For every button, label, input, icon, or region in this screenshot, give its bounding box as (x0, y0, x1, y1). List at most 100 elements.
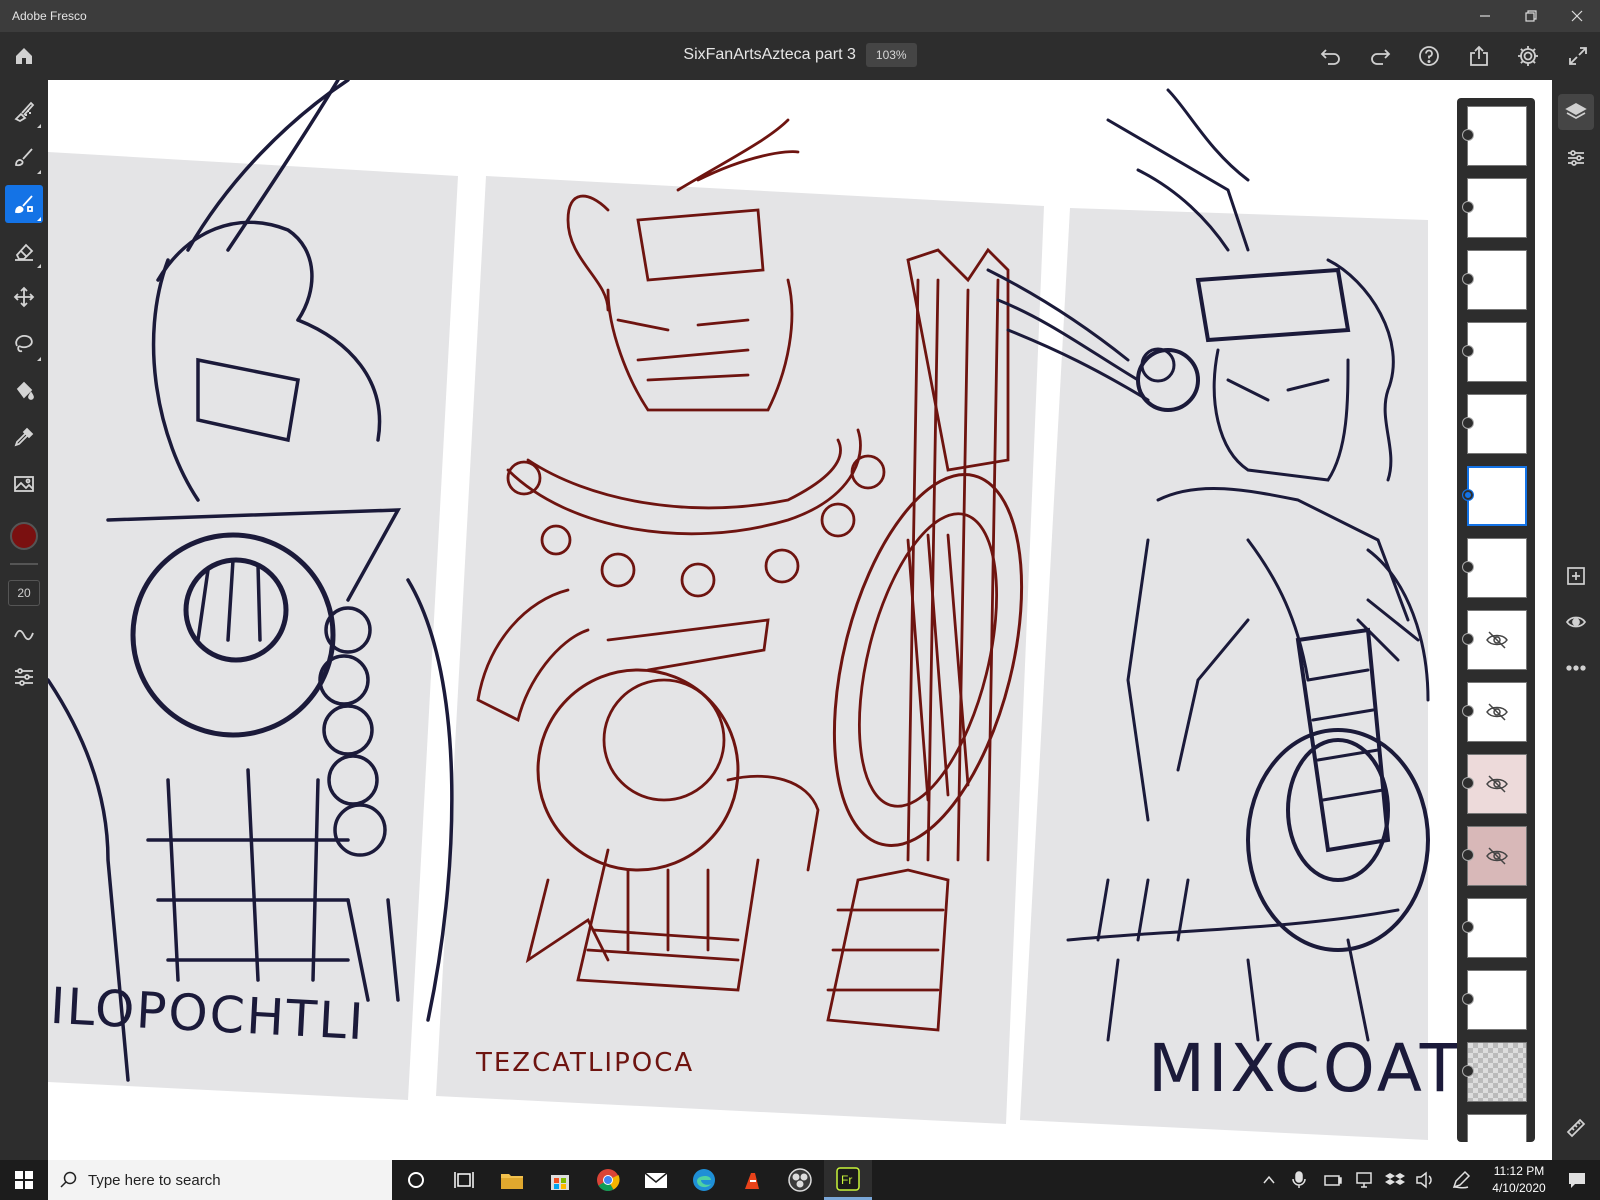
eyedropper-tool[interactable] (5, 418, 43, 456)
chrome-app[interactable] (584, 1160, 632, 1200)
right-panel-strip (1552, 80, 1600, 1160)
layer-item-hidden[interactable] (1457, 678, 1535, 746)
sketchbook-app[interactable] (728, 1160, 776, 1200)
color-swatch[interactable] (10, 522, 38, 550)
eraser-tool[interactable] (5, 232, 43, 270)
layer-item[interactable] (1457, 390, 1535, 458)
close-button[interactable] (1554, 0, 1600, 32)
layer-item-hidden[interactable] (1457, 822, 1535, 890)
layer-radio[interactable] (1462, 705, 1474, 717)
taskbar-search[interactable]: Type here to search (48, 1160, 392, 1200)
pixel-brush-tool[interactable] (5, 92, 43, 130)
more-options-button[interactable] (1558, 650, 1594, 686)
restore-icon (1525, 10, 1537, 22)
clock-date: 4/10/2020 (1492, 1181, 1546, 1195)
eye-hidden-icon[interactable] (1485, 700, 1509, 724)
redo-button[interactable] (1363, 40, 1397, 72)
layer-radio[interactable] (1462, 561, 1474, 573)
microphone-icon (1292, 1171, 1306, 1188)
notifications-button[interactable] (1562, 1160, 1592, 1200)
fresco-icon: Fr (836, 1166, 860, 1191)
layer-item[interactable] (1457, 174, 1535, 242)
document-title[interactable]: SixFanArtsAzteca part 3 (683, 46, 856, 64)
add-layer-button[interactable] (1558, 558, 1594, 594)
layer-item-hidden[interactable] (1457, 606, 1535, 674)
layers-icon (1565, 103, 1587, 119)
pen-workspace-tray[interactable] (1446, 1160, 1476, 1200)
brush-size[interactable]: 20 (8, 580, 40, 606)
pen-icon (1452, 1170, 1471, 1189)
mail-app[interactable] (632, 1160, 680, 1200)
layer-item-hidden[interactable] (1457, 750, 1535, 818)
eye-hidden-icon[interactable] (1485, 772, 1509, 796)
layer-radio[interactable] (1462, 849, 1474, 861)
layer-radio[interactable] (1462, 345, 1474, 357)
brush-settings-button[interactable] (5, 658, 43, 696)
obs-app[interactable] (776, 1160, 824, 1200)
eye-hidden-icon[interactable] (1485, 844, 1509, 868)
svg-text:Fr: Fr (841, 1173, 852, 1187)
cortana-button[interactable] (392, 1160, 440, 1200)
layers-panel-button[interactable] (1558, 94, 1594, 130)
fullscreen-button[interactable] (1561, 40, 1595, 72)
share-button[interactable] (1462, 40, 1496, 72)
fill-tool[interactable] (5, 372, 43, 410)
fill-icon (16, 381, 34, 400)
vector-brush-tool[interactable] (5, 185, 43, 223)
layer-item[interactable] (1457, 1110, 1535, 1142)
layer-radio[interactable] (1462, 201, 1474, 213)
layer-item[interactable] (1457, 1038, 1535, 1106)
volume-tray[interactable] (1410, 1160, 1440, 1200)
store-app[interactable] (536, 1160, 584, 1200)
settings-button[interactable] (1511, 40, 1545, 72)
network-tray[interactable] (1350, 1160, 1380, 1200)
taskbar-clock[interactable]: 11:12 PM 4/10/2020 (1478, 1163, 1560, 1197)
smoothing-control[interactable] (5, 616, 43, 654)
task-view-button[interactable] (440, 1160, 488, 1200)
minimize-button[interactable] (1462, 0, 1508, 32)
help-button[interactable] (1412, 40, 1446, 72)
live-brush-tool[interactable] (5, 138, 43, 176)
zoom-level[interactable]: 103% (865, 43, 917, 67)
layer-item[interactable] (1457, 246, 1535, 314)
eye-hidden-icon[interactable] (1485, 628, 1509, 652)
layer-radio[interactable] (1462, 633, 1474, 645)
layer-radio[interactable] (1462, 993, 1474, 1005)
layer-item[interactable] (1457, 318, 1535, 386)
ruler-button[interactable] (1558, 1110, 1594, 1146)
show-hidden-icons[interactable] (1254, 1160, 1284, 1200)
network-icon (1356, 1172, 1372, 1188)
layer-visibility-button[interactable] (1558, 604, 1594, 640)
layer-radio[interactable] (1462, 777, 1474, 789)
image-icon (14, 476, 34, 492)
layer-properties-button[interactable] (1558, 140, 1594, 176)
layer-radio[interactable] (1462, 417, 1474, 429)
fresco-app[interactable]: Fr (824, 1160, 872, 1200)
restore-button[interactable] (1508, 0, 1554, 32)
dropbox-tray[interactable] (1380, 1160, 1410, 1200)
file-explorer-app[interactable] (488, 1160, 536, 1200)
layer-radio[interactable] (1462, 129, 1474, 141)
layer-radio[interactable] (1462, 273, 1474, 285)
dropbox-icon (1385, 1173, 1405, 1185)
clock-time: 11:12 PM (1493, 1164, 1545, 1178)
layer-item[interactable] (1457, 894, 1535, 962)
layer-item[interactable] (1457, 534, 1535, 602)
layer-item[interactable] (1457, 102, 1535, 170)
layer-radio[interactable] (1462, 1065, 1474, 1077)
volume-icon (1416, 1171, 1432, 1189)
drawing-canvas[interactable]: ILOPOCHTLI TEZCATLIPOCA MIXCOAT (48, 80, 1552, 1160)
microphone-tray[interactable] (1284, 1160, 1314, 1200)
transform-tool[interactable] (5, 278, 43, 316)
layer-item[interactable] (1457, 966, 1535, 1034)
layer-item-selected[interactable] (1457, 462, 1535, 530)
layer-radio[interactable] (1462, 489, 1474, 501)
start-button[interactable] (0, 1160, 48, 1200)
place-image-tool[interactable] (5, 465, 43, 503)
undo-button[interactable] (1314, 40, 1348, 72)
edge-app[interactable] (680, 1160, 728, 1200)
battery-tray[interactable] (1318, 1160, 1348, 1200)
layer-radio[interactable] (1462, 921, 1474, 933)
selection-tool[interactable] (5, 325, 43, 363)
add-layer-icon (1567, 567, 1585, 585)
